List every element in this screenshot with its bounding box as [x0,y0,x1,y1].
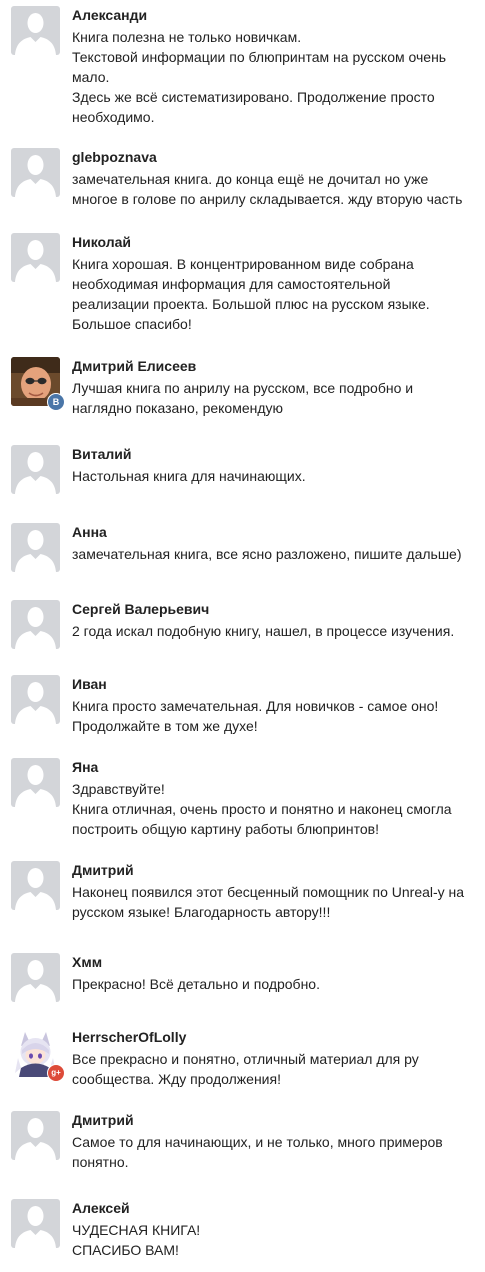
default-avatar-icon[interactable] [11,148,60,197]
comment-text-line: Здесь же всё систематизировано. Продолже… [72,89,435,105]
comment-text-line: Настольная книга для начинающих. [72,468,306,484]
user-photo-avatar[interactable]: В [11,357,65,411]
comment-text: замечательная книга. до конца ещё не доч… [72,169,477,209]
vk-badge-icon: В [47,393,65,411]
comment-author[interactable]: Александи [72,6,147,24]
comment-author[interactable]: Сергей Валерьевич [72,600,209,618]
comment-text: Наконец появился этот бесценный помощник… [72,882,477,922]
comment-text: Настольная книга для начинающих. [72,466,477,486]
comment-author[interactable]: Виталий [72,445,131,463]
comment-text: Книга просто замечательная. Для новичков… [72,696,477,736]
default-avatar-icon[interactable] [11,1199,60,1248]
comment-author[interactable]: Яна [72,758,98,776]
comment-text-line: Большое спасибо! [72,316,192,332]
comment-text-line: многое в голове по анрилу складывается. … [72,191,463,207]
comment-text-line: Книга просто замечательная. Для новичков… [72,698,439,714]
comment-text-line: необходимо. [72,109,155,125]
comment-text-line: замечательная книга, все ясно разложено,… [72,546,462,562]
comment-author[interactable]: Иван [72,675,107,693]
comment-text: Все прекрасно и понятно, отличный матери… [72,1049,477,1089]
comment-text-line: реализации проекта. Большой плюс на русс… [72,296,430,312]
comment-text-line: Лучшая книга по анрилу на русском, все п… [72,380,414,396]
comment-text: замечательная книга, все ясно разложено,… [72,544,477,564]
default-avatar-icon[interactable] [11,758,60,807]
comment-text-line: замечательная книга. до конца ещё не доч… [72,171,429,187]
comment-author[interactable]: Дмитрий Елисеев [72,357,196,375]
comment-text-line: Текстовой информации по блюпринтам на ру… [72,49,447,65]
comment-text-line: построить общую картину работы блюпринто… [72,821,379,837]
comment-text: Самое то для начинающих, и не только, мн… [72,1132,477,1172]
comment-text: Лучшая книга по анрилу на русском, все п… [72,378,477,418]
comment-text-line: мало. [72,69,110,85]
comment-text-line: необходимая информация для самостоятельн… [72,276,391,292]
comment-text-line: наглядно показано, рекомендую [72,400,284,416]
default-avatar-icon[interactable] [11,233,60,282]
default-avatar-icon[interactable] [11,1111,60,1160]
default-avatar-icon[interactable] [11,445,60,494]
comment-text-line: понятно. [72,1154,129,1170]
comment-text-line: Здравствуйте! [72,781,165,797]
comment-text: Книга хорошая. В концентрированном виде … [72,254,477,334]
comment-text: Прекрасно! Всё детально и подробно. [72,974,477,994]
comment-text: 2 года искал подобную книгу, нашел, в пр… [72,621,477,641]
comment-text: Здравствуйте! Книга отличная, очень прост… [72,779,477,839]
comment-author[interactable]: HerrscherOfLolly [72,1028,186,1046]
comment-text-line: сообщества. Жду продолжения! [72,1071,281,1087]
comment-author[interactable]: Анна [72,523,107,541]
default-avatar-icon[interactable] [11,6,60,55]
default-avatar-icon[interactable] [11,523,60,572]
default-avatar-icon[interactable] [11,600,60,649]
comment-text-line: Книга отличная, очень просто и понятно и… [72,801,452,817]
comment-text-line: Книга полезна не только новичкам. [72,29,302,45]
anime-avatar[interactable]: g+ [11,1028,65,1082]
comment-text: ЧУДЕСНАЯ КНИГА! СПАСИБО ВАМ! [72,1220,477,1260]
comment-text-line: Самое то для начинающих, и не только, мн… [72,1134,443,1150]
comment-author[interactable]: glebpoznava [72,148,157,166]
default-avatar-icon[interactable] [11,675,60,724]
comment-author[interactable]: Алексей [72,1199,130,1217]
comment-text-line: СПАСИБО ВАМ! [72,1242,179,1258]
default-avatar-icon[interactable] [11,953,60,1002]
comment-text-line: ЧУДЕСНАЯ КНИГА! [72,1222,201,1238]
comment-text-line: 2 года искал подобную книгу, нашел, в пр… [72,623,455,639]
comment-text: Книга полезна не только новичкам. Текстов… [72,27,477,127]
comment-author[interactable]: Дмитрий [72,861,134,879]
comment-author[interactable]: Хмм [72,953,102,971]
comment-text-line: Продолжайте в том же духе! [72,718,258,734]
comment-text-line: русском языке! Благодарность автору!!! [72,904,331,920]
comment-author[interactable]: Дмитрий [72,1111,134,1129]
default-avatar-icon[interactable] [11,861,60,910]
comment-text-line: Книга хорошая. В концентрированном виде … [72,256,414,272]
comment-text-line: Прекрасно! Всё детально и подробно. [72,976,320,992]
google-plus-badge-icon: g+ [47,1064,65,1082]
comment-text-line: Все прекрасно и понятно, отличный матери… [72,1051,419,1067]
comment-text-line: Наконец появился этот бесценный помощник… [72,884,465,900]
comment-author[interactable]: Николай [72,233,131,251]
